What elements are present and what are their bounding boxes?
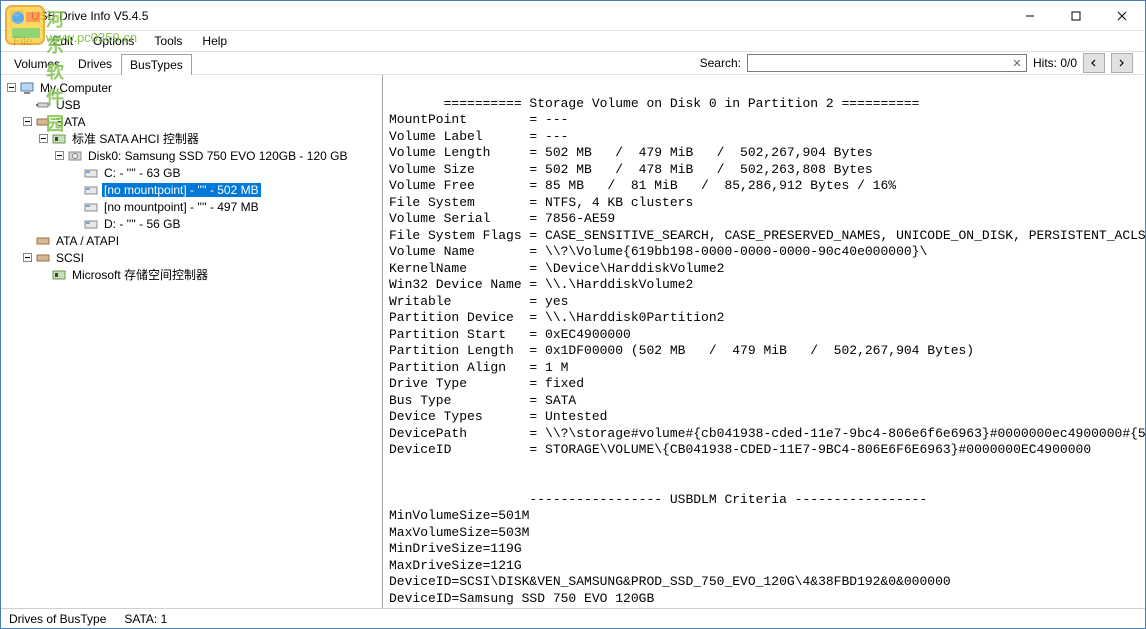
drive-icon [83, 182, 99, 198]
controller-icon [51, 267, 67, 283]
ata-icon [35, 233, 51, 249]
tree-sata-controller[interactable]: 标准 SATA AHCI 控制器 [3, 130, 380, 147]
detail-pane[interactable]: ========== Storage Volume on Disk 0 in P… [383, 75, 1145, 608]
collapse-icon[interactable] [53, 150, 65, 162]
maximize-button[interactable] [1053, 1, 1099, 31]
tree-volume-c[interactable]: C: - '''' - 63 GB [3, 164, 380, 181]
app-icon [9, 8, 25, 24]
toolbar-row: Volumes Drives BusTypes Search: ✕ Hits: … [1, 51, 1145, 75]
menu-options[interactable]: Options [85, 32, 142, 50]
scsi-icon [35, 250, 51, 266]
collapse-icon[interactable] [37, 133, 49, 145]
tree-volume-selected[interactable]: [no mountpoint] - '''' - 502 MB [3, 181, 380, 198]
drive-icon [83, 216, 99, 232]
tab-group: Volumes Drives BusTypes [1, 52, 192, 74]
status-left: Drives of BusType [9, 612, 106, 626]
tab-drives[interactable]: Drives [69, 53, 121, 74]
tree-ata[interactable]: ATA / ATAPI [3, 232, 380, 249]
tab-bustypes[interactable]: BusTypes [121, 54, 192, 75]
statusbar: Drives of BusType SATA: 1 [1, 608, 1145, 628]
tree-root[interactable]: My Computer [3, 79, 380, 96]
search-next-button[interactable] [1111, 53, 1133, 73]
collapse-icon[interactable] [21, 252, 33, 264]
collapse-icon[interactable] [21, 116, 33, 128]
tree-pane[interactable]: My Computer USB SATA 标准 SATA AHCI 控制器 [1, 75, 383, 608]
search-area: Search: ✕ Hits: 0/0 [700, 53, 1133, 73]
tree-volume-nm2[interactable]: [no mountpoint] - '''' - 497 MB [3, 198, 380, 215]
computer-icon [19, 80, 35, 96]
disk-icon [67, 148, 83, 164]
window-title: USB Drive Info V5.4.5 [31, 9, 148, 23]
usb-icon [35, 97, 51, 113]
search-label: Search: [700, 56, 741, 70]
drive-icon [83, 199, 99, 215]
tree-sata[interactable]: SATA [3, 113, 380, 130]
search-prev-button[interactable] [1083, 53, 1105, 73]
menu-help[interactable]: Help [194, 32, 235, 50]
titlebar: USB Drive Info V5.4.5 [1, 1, 1145, 31]
search-hits: Hits: 0/0 [1033, 56, 1077, 70]
search-clear-icon[interactable]: ✕ [1009, 55, 1025, 71]
menu-tools[interactable]: Tools [146, 32, 190, 50]
menubar: File Edit Options Tools Help [1, 31, 1145, 51]
main-split: My Computer USB SATA 标准 SATA AHCI 控制器 [1, 75, 1145, 608]
close-button[interactable] [1099, 1, 1145, 31]
sata-icon [35, 114, 51, 130]
tree-scsi[interactable]: SCSI [3, 249, 380, 266]
tree-disk0[interactable]: Disk0: Samsung SSD 750 EVO 120GB - 120 G… [3, 147, 380, 164]
menu-edit[interactable]: Edit [44, 32, 81, 50]
search-input[interactable] [747, 54, 1027, 72]
tree-volume-d[interactable]: D: - '''' - 56 GB [3, 215, 380, 232]
tree-ms-storage[interactable]: Microsoft 存储空间控制器 [3, 266, 380, 283]
tab-volumes[interactable]: Volumes [5, 53, 69, 74]
controller-icon [51, 131, 67, 147]
minimize-button[interactable] [1007, 1, 1053, 31]
status-right: SATA: 1 [124, 612, 167, 626]
tree-usb[interactable]: USB [3, 96, 380, 113]
collapse-icon[interactable] [5, 82, 17, 94]
drive-icon [83, 165, 99, 181]
menu-file[interactable]: File [5, 32, 40, 50]
detail-text: ========== Storage Volume on Disk 0 in P… [383, 75, 1145, 608]
